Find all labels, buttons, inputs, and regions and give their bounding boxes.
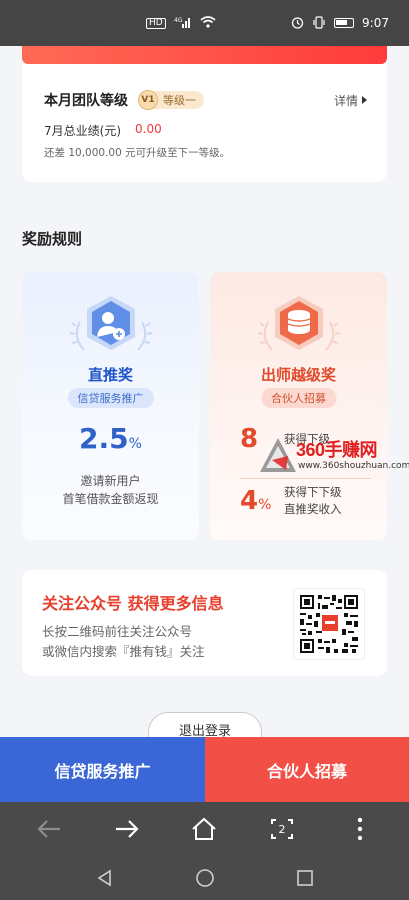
- level-row: 本月团队等级 V1 等级一 详情: [44, 90, 367, 110]
- section-title: 奖励规则: [22, 230, 83, 248]
- follow-title: 关注公众号 获得更多信息: [42, 594, 224, 613]
- nav-back-icon[interactable]: [85, 858, 125, 898]
- level-badge: V1 等级一: [138, 90, 204, 110]
- level-badge-text: 等级一: [163, 94, 196, 107]
- bottom-action-bar: 信贷服务推广 合伙人招募: [0, 737, 409, 802]
- reward-tag: 信贷服务推广: [67, 388, 154, 408]
- reward-card-mentor[interactable]: 出师越级奖 合伙人招募 8 获得下级 4% 获得下下级 直推奖收入: [210, 272, 387, 540]
- partner-recruit-button[interactable]: 合伙人招募: [205, 737, 409, 802]
- sub-rate-text-line2: 直推奖收入: [284, 502, 342, 516]
- status-bar: HD 4G 9:07: [0, 0, 409, 46]
- reward-rate: 2.5%: [22, 422, 199, 455]
- main-content[interactable]: 本月团队等级 V1 等级一 详情 7月总业绩(元) 0.00 还差 10,000…: [0, 46, 409, 738]
- reward-tag: 合伙人招募: [261, 388, 336, 408]
- level-title: 本月团队等级: [44, 93, 128, 109]
- forward-arrow-icon[interactable]: [107, 809, 147, 849]
- detail-link-label: 详情: [333, 93, 358, 108]
- svg-text:4G: 4G: [174, 17, 183, 24]
- sub-rate-number: 8: [240, 424, 259, 454]
- watermark-logo-icon: [260, 438, 296, 472]
- v1-badge-icon: V1: [138, 90, 158, 110]
- user-add-hex-icon: [66, 292, 156, 362]
- qr-code-icon[interactable]: [293, 588, 365, 660]
- team-level-card: 本月团队等级 V1 等级一 详情 7月总业绩(元) 0.00 还差 10,000…: [22, 46, 387, 182]
- detail-link[interactable]: 详情: [334, 92, 367, 109]
- alarm-icon: [291, 16, 304, 31]
- status-left: HD 4G: [146, 16, 216, 30]
- reward-name: 直推奖: [87, 366, 133, 384]
- header-strip: [22, 46, 387, 64]
- tab-count: 2: [279, 823, 286, 836]
- tabs-icon[interactable]: 2: [262, 809, 302, 849]
- follow-desc-line1: 长按二维码前往关注公众号: [42, 624, 193, 639]
- follow-account-card: 关注公众号 获得更多信息 长按二维码前往关注公众号 或微信内搜索『推有钱』关注: [22, 570, 387, 676]
- performance-row: 7月总业绩(元) 0.00: [44, 122, 162, 139]
- reward-desc-line1: 邀请新用户: [80, 474, 141, 488]
- watermark-url: www.360shouzhuan.com: [298, 461, 409, 471]
- sub-rate-unit: %: [258, 497, 272, 513]
- hd-icon: HD: [146, 17, 166, 29]
- follow-desc-line2: 或微信内搜索『推有钱』关注: [42, 644, 205, 659]
- chevron-right-icon: [362, 96, 367, 104]
- back-arrow-icon[interactable]: [29, 809, 69, 849]
- signal-icon: 4G: [174, 16, 192, 30]
- nav-recents-icon[interactable]: [285, 858, 325, 898]
- coin-stack-hex-icon: [254, 292, 344, 362]
- reward-desc: 邀请新用户 首笔借款金额返现: [22, 472, 199, 508]
- performance-label: 7月总业绩(元): [44, 124, 121, 138]
- reward-rate-unit: %: [128, 436, 142, 452]
- reward-desc-line2: 首笔借款金额返现: [62, 492, 159, 506]
- system-navigation: [0, 856, 409, 900]
- watermark-text: 360手赚网: [296, 440, 378, 460]
- watermark: 360手赚网 www.360shouzhuan.com: [258, 434, 409, 492]
- nav-home-icon[interactable]: [185, 858, 225, 898]
- home-icon[interactable]: [184, 809, 224, 849]
- sub-rate-number: 4: [240, 486, 259, 516]
- more-menu-icon[interactable]: [340, 809, 380, 849]
- battery-icon: [334, 18, 355, 28]
- browser-toolbar: 2: [0, 802, 409, 856]
- wifi-icon: [200, 16, 216, 30]
- vibrate-icon: [312, 15, 326, 31]
- reward-name: 出师越级奖: [260, 366, 336, 384]
- status-right: 9:07: [291, 15, 389, 31]
- status-time: 9:07: [362, 16, 389, 30]
- follow-desc: 长按二维码前往关注公众号 或微信内搜索『推有钱』关注: [42, 622, 205, 662]
- upgrade-tip: 还差 10,000.00 元可升级至下一等级。: [44, 147, 231, 159]
- reward-rate-value: 2.5: [79, 422, 129, 455]
- credit-service-promo-button[interactable]: 信贷服务推广: [0, 737, 205, 802]
- performance-value: 0.00: [135, 122, 162, 136]
- reward-card-direct[interactable]: 直推奖 信贷服务推广 2.5% 邀请新用户 首笔借款金额返现: [22, 272, 199, 540]
- logout-button[interactable]: 退出登录: [148, 712, 262, 738]
